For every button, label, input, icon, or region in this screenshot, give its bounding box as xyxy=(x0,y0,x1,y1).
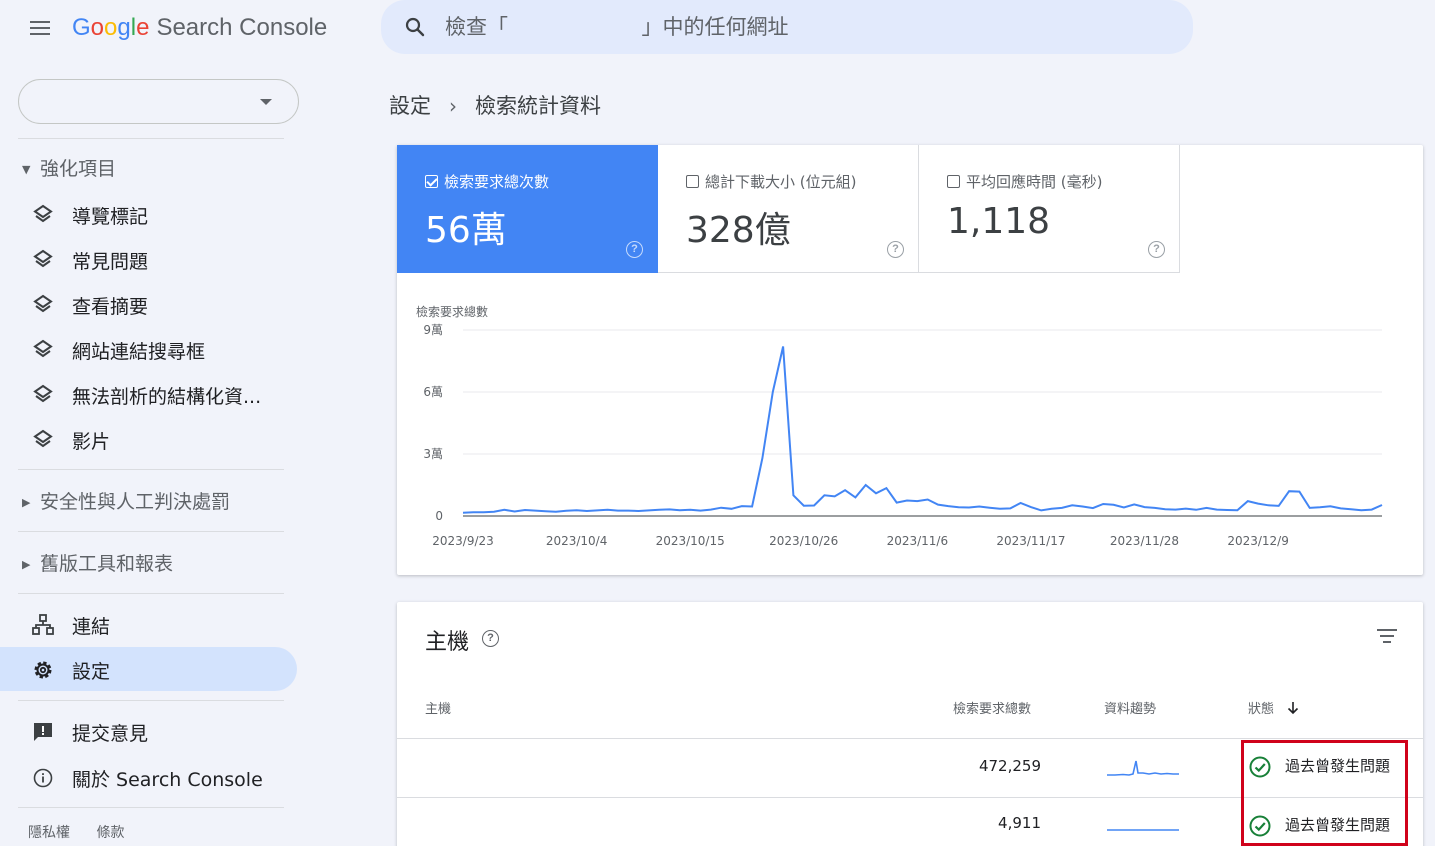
x-tick-label: 2023/11/28 xyxy=(1110,534,1179,548)
crawl-requests-line-chart: 0 3萬 6萬 9萬 2023/9/23 2023/10/4 2023/10/15 2023/… xyxy=(423,323,1383,548)
sidebar-item-about[interactable]: 關於 Search Console xyxy=(0,755,297,799)
app-logo[interactable]: Google Search Console xyxy=(72,14,327,42)
divider xyxy=(18,807,284,808)
expand-triangle-icon: ▼ xyxy=(22,163,31,176)
dropdown-arrow-icon xyxy=(260,99,272,105)
collapsed-triangle-icon: ▶ xyxy=(22,496,31,509)
chevron-right-icon: › xyxy=(449,94,457,118)
x-tick-label: 2023/11/6 xyxy=(887,534,949,548)
layers-icon xyxy=(33,204,53,223)
breadcrumb-settings[interactable]: 設定 xyxy=(389,94,431,118)
feedback-icon xyxy=(34,723,52,741)
y-tick-label: 9萬 xyxy=(423,323,443,337)
checkbox-checked-icon[interactable] xyxy=(425,175,438,188)
y-tick-label: 6萬 xyxy=(423,385,443,399)
divider xyxy=(18,469,284,470)
status-cell: 過去曾發生問題 xyxy=(1249,814,1390,837)
layers-icon xyxy=(33,294,53,313)
x-tick-label: 2023/10/26 xyxy=(769,534,838,548)
y-tick-label: 0 xyxy=(435,509,443,523)
x-tick-label: 2023/12/9 xyxy=(1227,534,1289,548)
filter-icon[interactable] xyxy=(1373,626,1397,646)
divider xyxy=(18,593,284,594)
metric-value: 56萬 xyxy=(425,210,507,251)
sidebar-item-links[interactable]: 連結 xyxy=(0,602,297,646)
sidebar-item-unparsable-structured-data[interactable]: 無法剖析的結構化資... xyxy=(0,372,297,416)
layers-icon xyxy=(33,249,53,268)
table-row[interactable]: 4,911 過去曾發生問題 xyxy=(397,798,1423,846)
status-cell: 過去曾發生問題 xyxy=(1249,755,1390,778)
gear-icon xyxy=(34,661,52,679)
metric-value: 1,118 xyxy=(947,201,1051,242)
product-name: Search Console xyxy=(156,14,328,41)
layers-icon xyxy=(33,339,53,358)
divider xyxy=(18,531,284,532)
sidebar-item-sitelinks-searchbox[interactable]: 網站連結搜尋框 xyxy=(0,327,297,371)
search-input[interactable] xyxy=(445,8,1165,46)
metric-total-crawl-requests[interactable]: 檢索要求總次數 56萬 ? xyxy=(397,145,658,273)
help-icon[interactable]: ? xyxy=(887,241,904,258)
layers-icon xyxy=(33,429,53,448)
info-icon xyxy=(33,768,53,788)
x-tick-label: 2023/11/17 xyxy=(996,534,1065,548)
terms-link[interactable]: 條款 xyxy=(96,825,124,841)
layers-icon xyxy=(33,384,53,403)
hamburger-menu-icon[interactable] xyxy=(26,14,54,42)
privacy-link[interactable]: 隱私權 xyxy=(28,825,70,841)
sidebar: ▼ 強化項目 導覽標記 常見問題 查看摘要 網站連結搜尋框 無法剖析的結構化資..… xyxy=(0,58,310,846)
section-legacy-tools[interactable]: ▶ 舊版工具和報表 xyxy=(22,549,173,576)
section-security-manual-actions[interactable]: ▶ 安全性與人工判決處罰 xyxy=(22,487,230,514)
help-icon[interactable]: ? xyxy=(482,630,499,647)
section-enhancements[interactable]: ▼ 強化項目 xyxy=(22,154,116,181)
metric-value: 328億 xyxy=(686,210,791,251)
y-tick-label: 3萬 xyxy=(423,447,443,461)
footer-links: 隱私權 條款 xyxy=(28,822,146,842)
metric-total-download-size[interactable]: 總計下載大小 (位元組) 328億 ? xyxy=(658,145,919,273)
sidebar-item-review-snippets[interactable]: 查看摘要 xyxy=(0,282,297,326)
sidebar-item-breadcrumbs[interactable]: 導覽標記 xyxy=(0,192,297,236)
checkbox-icon[interactable] xyxy=(686,175,699,188)
requests-value: 4,911 xyxy=(998,814,1041,832)
property-selector[interactable] xyxy=(18,79,299,124)
trend-sparkline xyxy=(1107,829,1179,831)
x-tick-label: 2023/9/23 xyxy=(432,534,494,548)
column-header-status[interactable]: 狀態 xyxy=(1248,698,1300,717)
hosts-title: 主機 xyxy=(425,630,470,655)
top-app-bar: Google Search Console xyxy=(0,0,1435,58)
check-circle-icon xyxy=(1249,815,1271,836)
column-header-trend: 資料趨勢 xyxy=(1104,702,1157,717)
search-icon[interactable] xyxy=(403,15,427,39)
divider xyxy=(18,138,284,139)
help-icon[interactable]: ? xyxy=(1148,241,1165,258)
x-tick-label: 2023/10/4 xyxy=(546,534,608,548)
url-inspection-search xyxy=(381,0,1193,54)
help-icon[interactable]: ? xyxy=(626,241,643,258)
table-row[interactable]: 472,259 過去曾發生問題 xyxy=(397,739,1423,797)
check-circle-icon xyxy=(1249,756,1271,777)
sidebar-item-feedback[interactable]: 提交意見 xyxy=(0,709,297,753)
column-header-requests[interactable]: 檢索要求總數 xyxy=(953,698,1031,717)
trend-sparkline xyxy=(1107,760,1179,776)
checkbox-icon[interactable] xyxy=(947,175,960,188)
sidebar-item-settings[interactable]: 設定 xyxy=(0,647,297,691)
chart-title: 檢索要求總數 xyxy=(416,305,489,319)
links-icon xyxy=(32,614,54,635)
hosts-card: 主機 ? 主機 檢索要求總數 資料趨勢 狀態 472,259 過去曾發生問題 4… xyxy=(397,602,1423,846)
metric-average-response-time[interactable]: 平均回應時間 (毫秒) 1,118 ? xyxy=(919,145,1180,273)
series-line xyxy=(462,346,1383,514)
sidebar-item-videos[interactable]: 影片 xyxy=(0,417,297,461)
requests-value: 472,259 xyxy=(978,757,1041,775)
breadcrumb: 設定 › 檢索統計資料 xyxy=(389,90,601,120)
arrow-down-icon xyxy=(1288,702,1299,715)
x-tick-label: 2023/10/15 xyxy=(656,534,725,548)
collapsed-triangle-icon: ▶ xyxy=(22,558,31,571)
divider xyxy=(18,700,284,701)
column-header-host[interactable]: 主機 xyxy=(425,698,451,717)
breadcrumb-crawl-stats: 檢索統計資料 xyxy=(475,94,601,118)
sidebar-item-faq[interactable]: 常見問題 xyxy=(0,237,297,281)
crawl-stats-card: 檢索要求總次數 56萬 ? 總計下載大小 (位元組) 328億 ? 平均回應時間… xyxy=(397,145,1423,575)
